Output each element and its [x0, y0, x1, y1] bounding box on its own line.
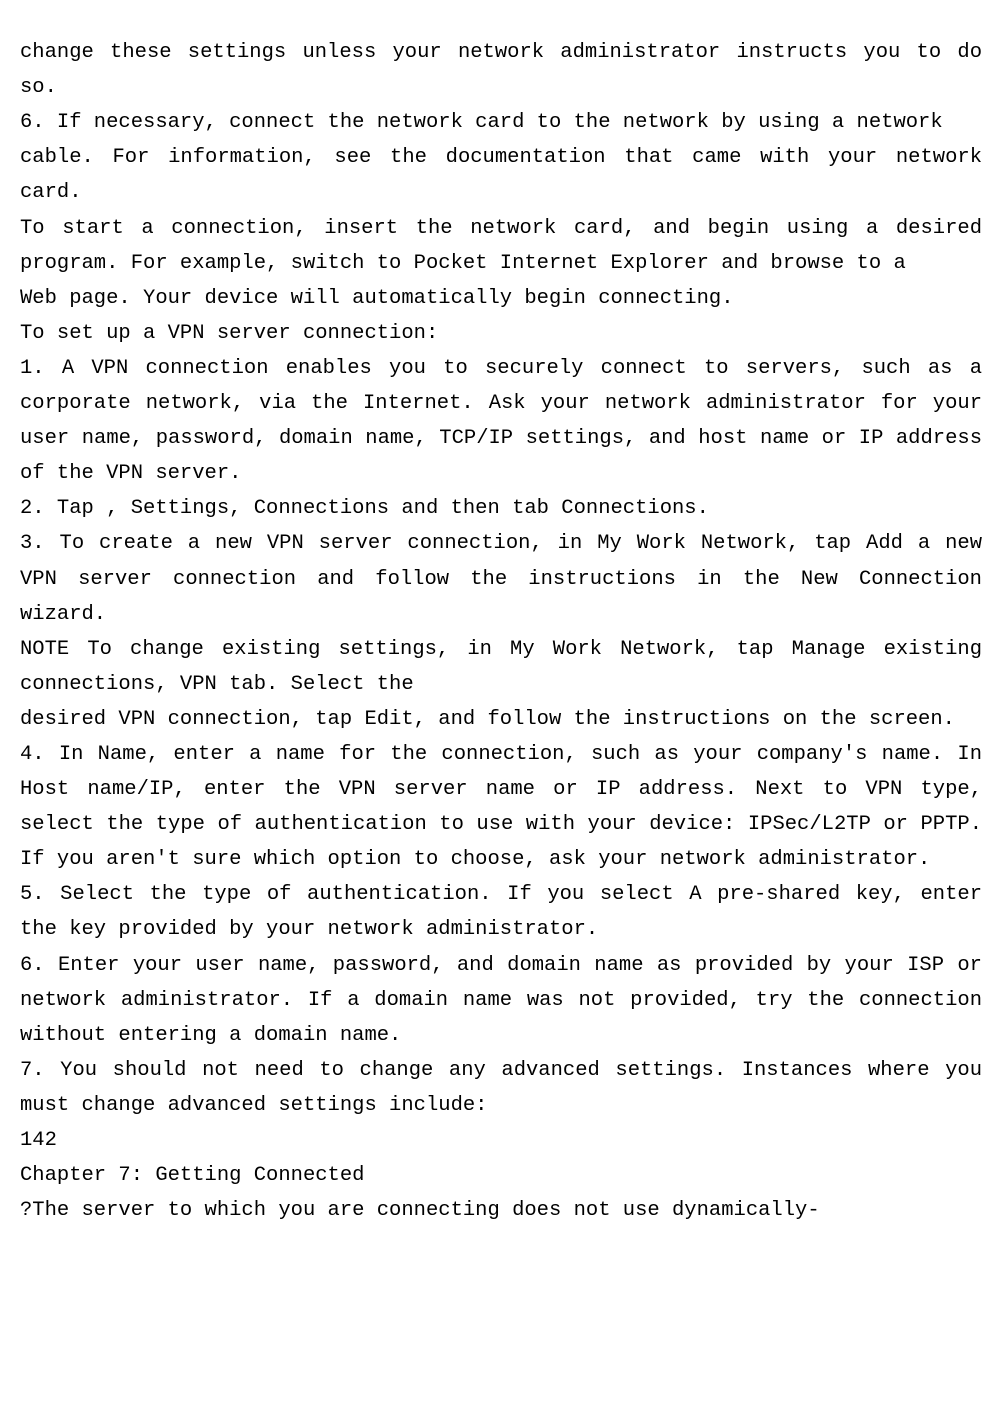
- page-number: 142: [20, 1129, 57, 1152]
- body-text-line: 7. You should not need to change any adv…: [20, 1059, 994, 1117]
- chapter-title: Chapter 7: Getting Connected: [20, 1164, 364, 1187]
- body-text-line: 6. Enter your user name, password, and d…: [20, 954, 994, 1047]
- body-text-line: 3. To create a new VPN server connection…: [20, 532, 994, 625]
- document-page: change these settings unless your networ…: [0, 0, 1002, 1228]
- body-text-line: To start a connection, insert the networ…: [20, 217, 994, 275]
- body-text-line: 4. In Name, enter a name for the connect…: [20, 743, 994, 871]
- body-text-line: change these settings unless your networ…: [20, 41, 994, 99]
- body-text-line: 5. Select the type of authentication. If…: [20, 883, 994, 941]
- body-text-line: 1. A VPN connection enables you to secur…: [20, 357, 994, 485]
- body-text-line: ?The server to which you are connecting …: [20, 1199, 820, 1222]
- body-text-line: 2. Tap , Settings, Connections and then …: [20, 497, 709, 520]
- body-text-line: To set up a VPN server connection:: [20, 322, 438, 345]
- body-text-line: Web page. Your device will automatically…: [20, 287, 734, 310]
- body-text-line: 6. If necessary, connect the network car…: [20, 111, 943, 134]
- body-text-line: NOTE To change existing settings, in My …: [20, 638, 994, 696]
- body-text-line: desired VPN connection, tap Edit, and fo…: [20, 708, 955, 731]
- body-text-line: cable. For information, see the document…: [20, 146, 994, 204]
